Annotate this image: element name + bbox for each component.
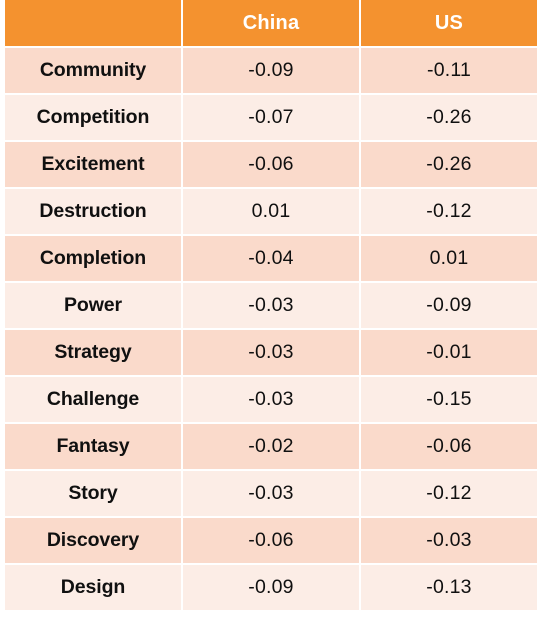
cell-us-value: -0.12	[361, 189, 537, 234]
row-label-cell: Completion	[5, 236, 181, 281]
cell-us-value: -0.06	[361, 424, 537, 469]
cell-us-value: -0.11	[361, 48, 537, 93]
cell-china-value: -0.03	[183, 377, 359, 422]
table-row: Power -0.03 -0.09	[5, 283, 537, 328]
row-label-cell: Destruction	[5, 189, 181, 234]
cell-china-value: -0.07	[183, 95, 359, 140]
cell-us-value: -0.13	[361, 565, 537, 610]
cell-china-value: 0.01	[183, 189, 359, 234]
row-label-cell: Power	[5, 283, 181, 328]
cell-us-value: -0.03	[361, 518, 537, 563]
cell-china-value: -0.02	[183, 424, 359, 469]
cell-china-value: -0.06	[183, 142, 359, 187]
table-row: Completion -0.04 0.01	[5, 236, 537, 281]
row-label-cell: Excitement	[5, 142, 181, 187]
table-row: Strategy -0.03 -0.01	[5, 330, 537, 375]
cell-china-value: -0.04	[183, 236, 359, 281]
table-header: China US	[5, 0, 537, 46]
cell-us-value: -0.15	[361, 377, 537, 422]
row-label-cell: Community	[5, 48, 181, 93]
table-row: Design -0.09 -0.13	[5, 565, 537, 610]
table-row: Story -0.03 -0.12	[5, 471, 537, 516]
correlation-table: China US Community -0.09 -0.11 Competition -…	[3, 0, 539, 612]
cell-us-value: 0.01	[361, 236, 537, 281]
row-label-cell: Strategy	[5, 330, 181, 375]
header-cell-us: US	[361, 0, 537, 46]
row-label-cell: Design	[5, 565, 181, 610]
cell-us-value: -0.12	[361, 471, 537, 516]
row-label-cell: Challenge	[5, 377, 181, 422]
row-label-cell: Story	[5, 471, 181, 516]
row-label-cell: Competition	[5, 95, 181, 140]
table-row: Challenge -0.03 -0.15	[5, 377, 537, 422]
table-header-row: China US	[5, 0, 537, 46]
cell-china-value: -0.03	[183, 471, 359, 516]
table-body: Community -0.09 -0.11 Competition -0.07 -0.26…	[5, 48, 537, 610]
table-row: Excitement -0.06 -0.26	[5, 142, 537, 187]
cell-us-value: -0.26	[361, 142, 537, 187]
table-row: Competition -0.07 -0.26	[5, 95, 537, 140]
table-row: Community -0.09 -0.11	[5, 48, 537, 93]
cell-china-value: -0.06	[183, 518, 359, 563]
table-row: Discovery -0.06 -0.03	[5, 518, 537, 563]
cell-china-value: -0.09	[183, 48, 359, 93]
cell-us-value: -0.09	[361, 283, 537, 328]
row-label-cell: Discovery	[5, 518, 181, 563]
table-row: Destruction 0.01 -0.12	[5, 189, 537, 234]
row-label-cell: Fantasy	[5, 424, 181, 469]
cell-china-value: -0.09	[183, 565, 359, 610]
header-cell-china: China	[183, 0, 359, 46]
table-row: Fantasy -0.02 -0.06	[5, 424, 537, 469]
cell-china-value: -0.03	[183, 283, 359, 328]
cell-china-value: -0.03	[183, 330, 359, 375]
cell-us-value: -0.26	[361, 95, 537, 140]
header-cell-corner	[5, 0, 181, 46]
cell-us-value: -0.01	[361, 330, 537, 375]
correlation-table-container: China US Community -0.09 -0.11 Competition -…	[0, 0, 540, 619]
